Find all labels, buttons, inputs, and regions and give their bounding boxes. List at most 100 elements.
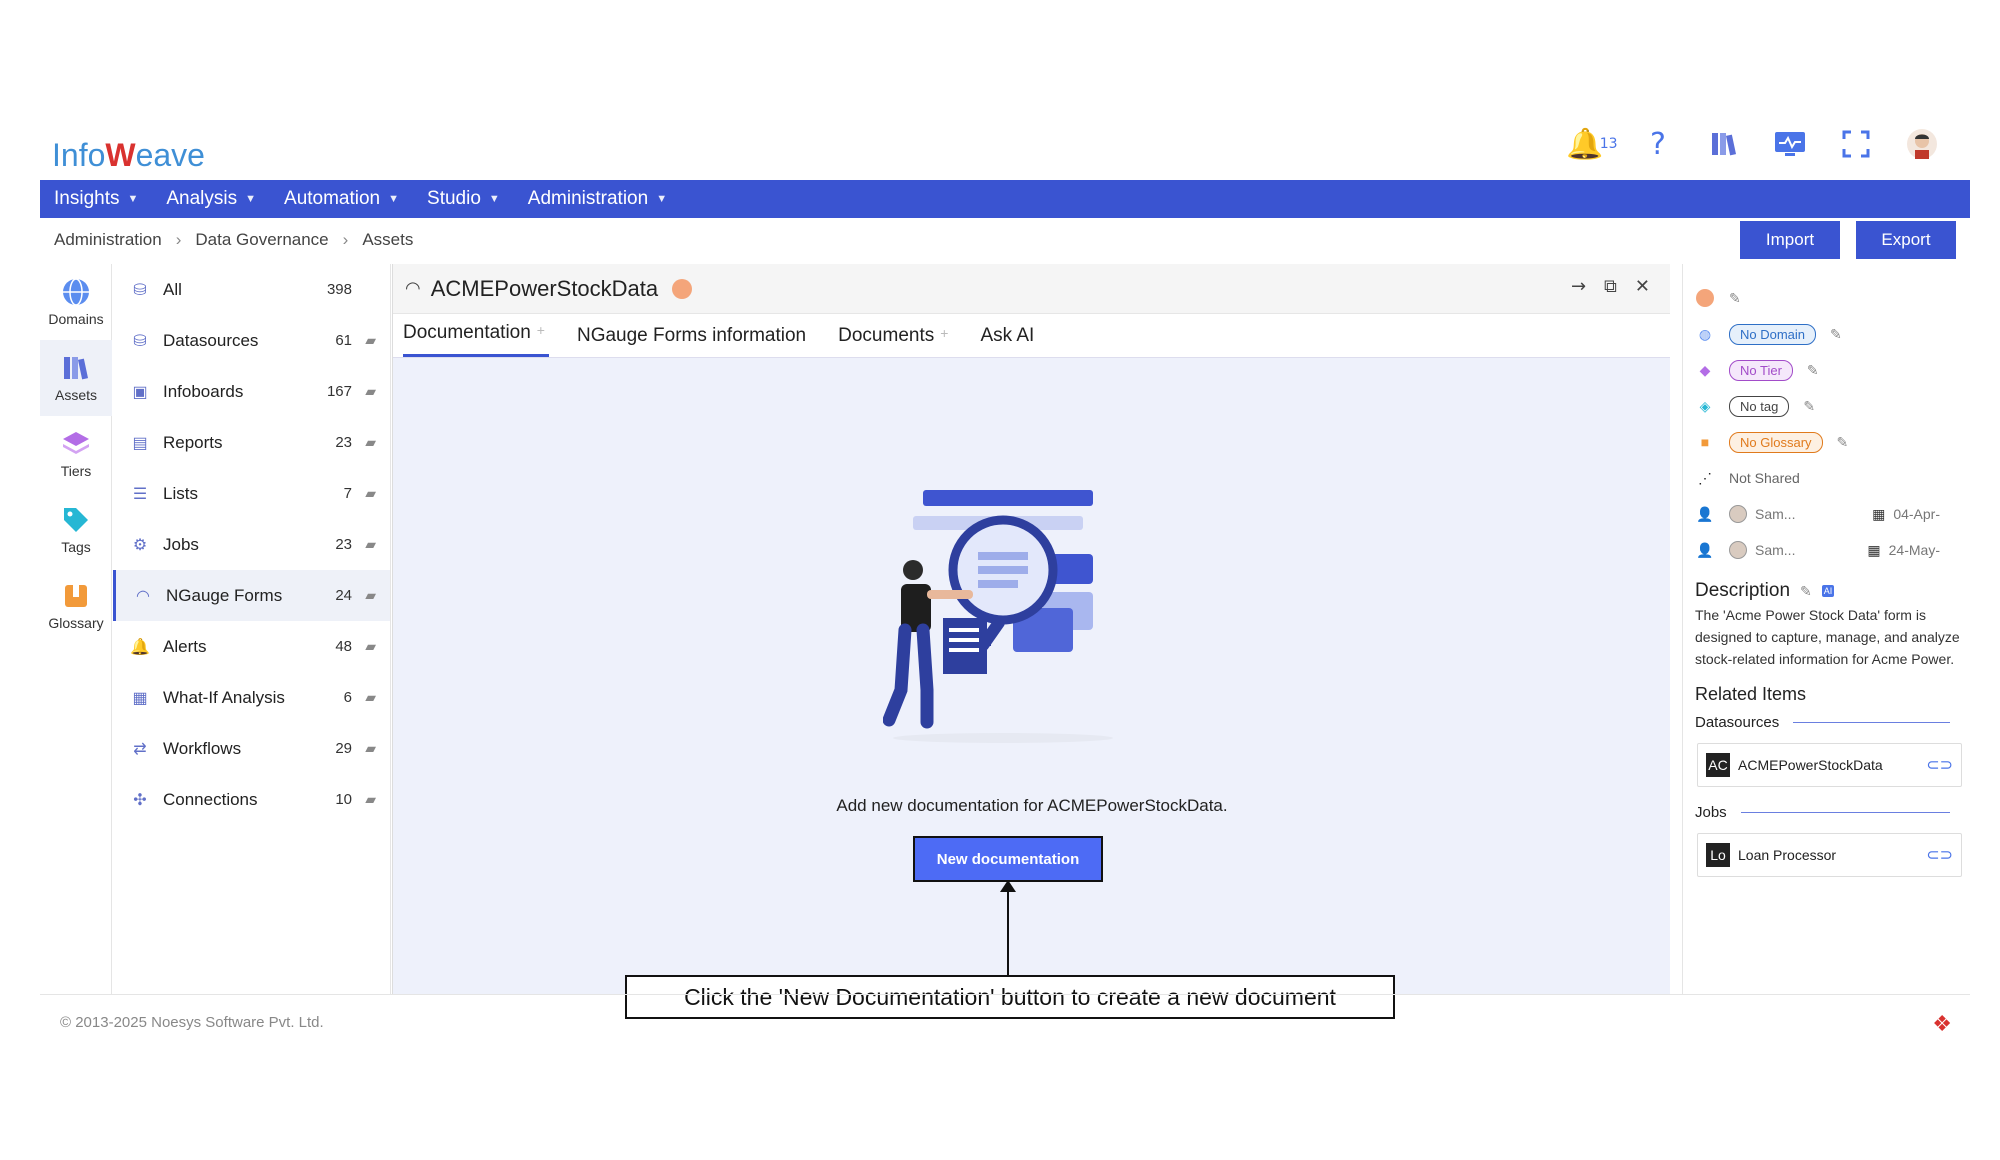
new-documentation-button[interactable]: New documentation [913, 836, 1103, 882]
tier-pill: No Tier [1729, 359, 1793, 381]
rail-tiers[interactable]: Tiers [40, 416, 112, 492]
menu-studio[interactable]: Studio ▼ [427, 188, 500, 210]
breadcrumb-data-governance[interactable]: Data Governance [195, 230, 328, 250]
footer: © 2013-2025 Noesys Software Pvt. Ltd. ❖ [40, 994, 1970, 1050]
category-lists[interactable]: ☰ Lists 7 ▰ [113, 468, 390, 519]
notification-count: 13 [1599, 136, 1618, 152]
asset-metadata-panel: ✎ ◍ No Domain ✎ ◆ No Tier ✎ ◈ No tag ✎ ■… [1682, 264, 1970, 994]
notifications-button[interactable]: 🔔 13 [1566, 126, 1617, 162]
governance-rail: Domains Assets Tiers Tags Glossary [40, 264, 112, 994]
description-text: The 'Acme Power Stock Data' form is desi… [1695, 607, 1960, 667]
avatar-icon [1907, 129, 1937, 159]
folder-icon[interactable]: ▰ [352, 587, 376, 604]
category-what-if-analysis[interactable]: ▦ What-If Analysis 6 ▰ [113, 672, 390, 723]
book-icon [65, 585, 87, 607]
related-job-item[interactable]: Lo Loan Processor ⊂⊃ [1697, 833, 1962, 877]
tag-row: ◈ No tag ✎ [1695, 388, 1962, 424]
folder-icon[interactable]: ▰ [352, 689, 376, 706]
export-button[interactable]: Export [1856, 221, 1956, 259]
breadcrumb-administration[interactable]: Administration [54, 230, 162, 250]
category-infoboards[interactable]: ▣ Infoboards 167 ▰ [113, 366, 390, 417]
menu-automation[interactable]: Automation ▼ [284, 188, 399, 210]
tab-ask-ai[interactable]: Ask AI [980, 325, 1038, 357]
library-button[interactable] [1706, 126, 1742, 162]
avatar [1729, 541, 1747, 559]
tag-icon [64, 508, 88, 532]
link-icon[interactable]: ⊂⊃ [1926, 755, 1953, 775]
infoweave-logo[interactable]: Info W eave [52, 126, 205, 174]
category-reports[interactable]: ▤ Reports 23 ▰ [113, 417, 390, 468]
caret-down-icon: ▼ [656, 193, 668, 205]
category-alerts[interactable]: 🔔 Alerts 48 ▰ [113, 621, 390, 672]
rail-domains[interactable]: Domains [40, 264, 112, 340]
folder-icon[interactable]: ▰ [352, 536, 376, 553]
menu-administration[interactable]: Administration ▼ [528, 188, 667, 210]
category-ngauge-forms[interactable]: ◠ NGauge Forms 24 ▰ [113, 570, 390, 621]
panel-header: ◠ ACMEPowerStockData → ⧉ ✕ [393, 264, 1670, 314]
related-datasource-item[interactable]: AC ACMEPowerStockData ⊂⊃ [1697, 743, 1962, 787]
main-menu: Insights ▼ Analysis ▼ Automation ▼ Studio ▼ … [40, 180, 1970, 218]
edit-icon[interactable]: ✎ [1800, 583, 1812, 600]
folder-icon[interactable]: ▰ [352, 383, 376, 400]
empty-documentation-illustration [883, 490, 1113, 743]
folder-icon[interactable]: ▰ [352, 485, 376, 502]
panel-controls: → ⧉ ✕ [1571, 276, 1650, 297]
sharing-row: ⋰ Not Shared [1695, 460, 1962, 496]
help-button[interactable]: ? [1640, 126, 1676, 162]
list-icon: ☰ [132, 485, 148, 503]
fullscreen-button[interactable] [1838, 126, 1874, 162]
user-avatar[interactable] [1904, 126, 1940, 162]
caret-down-icon: ▼ [127, 193, 139, 205]
category-datasources[interactable]: ⛁ Datasources 61 ▰ [113, 315, 390, 366]
ai-icon[interactable]: AI [1821, 585, 1835, 597]
tag-pill: No tag [1729, 395, 1790, 417]
globe-icon: ◍ [1698, 325, 1712, 342]
arrow-right-icon[interactable]: → [1571, 276, 1586, 297]
plus-icon[interactable]: + [537, 322, 545, 344]
rail-glossary[interactable]: Glossary [40, 568, 112, 644]
bell-icon: 🔔 [130, 638, 150, 656]
edit-icon[interactable]: ✎ [1837, 434, 1849, 451]
edit-icon[interactable]: ✎ [1807, 362, 1819, 379]
database-icon: ⛁ [133, 281, 147, 299]
modified-by: Sam... [1755, 542, 1796, 558]
user-add-icon: 👤 [1696, 505, 1714, 522]
tag-icon: ◈ [1699, 397, 1711, 414]
empty-state-message: Add new documentation for ACMEPowerStock… [836, 796, 1228, 815]
plus-icon[interactable]: + [940, 325, 948, 347]
avatar [1729, 505, 1747, 523]
calendar-icon: ▦ [1867, 541, 1881, 558]
annotation-arrow-line [1007, 886, 1009, 978]
monitor-button[interactable] [1772, 126, 1808, 162]
open-external-icon[interactable]: ⧉ [1604, 276, 1617, 297]
gauge-icon: ◠ [136, 587, 150, 605]
close-icon[interactable]: ✕ [1635, 276, 1650, 297]
edit-icon[interactable]: ✎ [1830, 326, 1842, 343]
import-button[interactable]: Import [1740, 221, 1840, 259]
category-jobs[interactable]: ⚙ Jobs 23 ▰ [113, 519, 390, 570]
edit-icon[interactable]: ✎ [1803, 398, 1815, 415]
tab-documents[interactable]: Documents + [838, 325, 952, 357]
tab-ngauge-forms-information[interactable]: NGauge Forms information [577, 325, 810, 357]
rail-assets[interactable]: Assets [40, 340, 112, 416]
menu-insights[interactable]: Insights ▼ [54, 188, 138, 210]
connection-icon: ✣ [133, 791, 147, 809]
link-icon[interactable]: ⊂⊃ [1926, 845, 1953, 865]
modified-row: 👤 Sam... ▦ 24-May- [1695, 532, 1962, 568]
folder-icon[interactable]: ▰ [352, 740, 376, 757]
category-workflows[interactable]: ⇄ Workflows 29 ▰ [113, 723, 390, 774]
job-name: Loan Processor [1738, 847, 1837, 863]
menu-analysis[interactable]: Analysis ▼ [166, 188, 256, 210]
tab-documentation[interactable]: Documentation + [403, 322, 549, 357]
rail-tags[interactable]: Tags [40, 492, 112, 568]
glossary-pill: No Glossary [1729, 431, 1823, 453]
asset-title: ACMEPowerStockData [430, 275, 659, 301]
category-all[interactable]: ⛁ All 398 [113, 264, 390, 315]
folder-icon[interactable]: ▰ [352, 791, 376, 808]
folder-icon[interactable]: ▰ [352, 434, 376, 451]
header-toolbar: 🔔 13 ? [1566, 126, 1940, 162]
category-connections[interactable]: ✣ Connections 10 ▰ [113, 774, 390, 825]
folder-icon[interactable]: ▰ [352, 332, 376, 349]
folder-icon[interactable]: ▰ [352, 638, 376, 655]
edit-icon[interactable]: ✎ [1729, 290, 1741, 307]
